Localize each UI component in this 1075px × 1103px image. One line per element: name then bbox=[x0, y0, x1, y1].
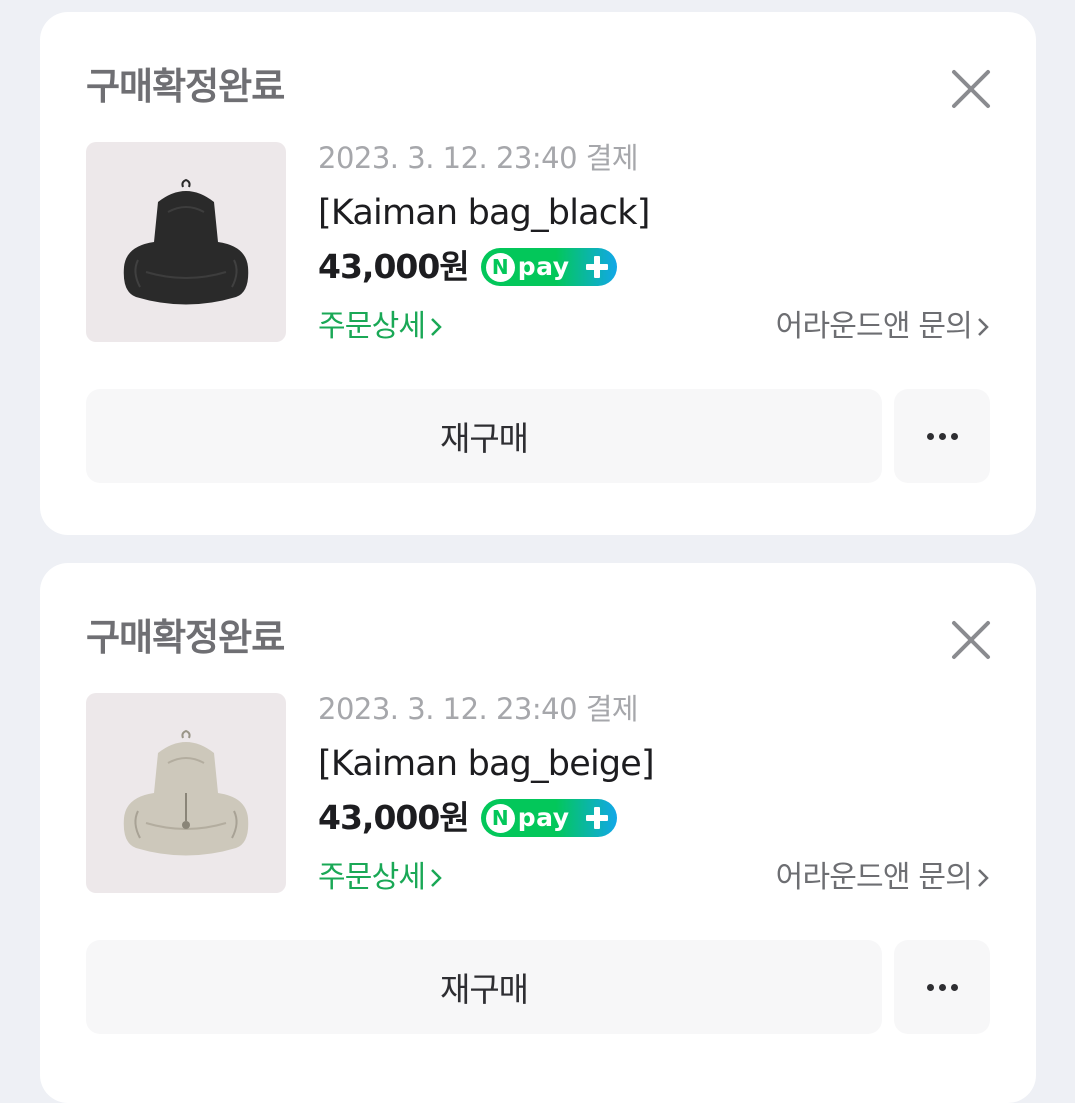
payment-date: 2023. 3. 12. 23:40 결제 bbox=[318, 692, 639, 726]
chevron-right-icon bbox=[978, 869, 989, 887]
store-inquiry-label: 어라운드앤 문의 bbox=[775, 860, 973, 895]
store-inquiry-link[interactable]: 어라운드앤 문의 bbox=[776, 859, 990, 897]
more-dots-icon bbox=[938, 983, 946, 991]
order-card: 구매확정완료 2023. 3. 12. 23:40 결제 [Kaiman bag… bbox=[40, 563, 1036, 1103]
order-detail-label: 주문상세 bbox=[318, 309, 426, 344]
chevron-right-icon bbox=[431, 318, 442, 336]
npay-plus-logo: N pay bbox=[480, 248, 617, 286]
product-thumbnail[interactable] bbox=[86, 142, 286, 342]
order-detail-link[interactable]: 주문상세 bbox=[318, 859, 443, 897]
more-dots-icon bbox=[950, 432, 958, 440]
order-detail-link[interactable]: 주문상세 bbox=[318, 308, 443, 346]
price: 43,000원 bbox=[318, 247, 470, 286]
bag-image bbox=[123, 729, 249, 856]
product-thumbnail[interactable] bbox=[86, 693, 286, 893]
close-icon[interactable] bbox=[948, 617, 994, 663]
chevron-right-icon bbox=[431, 869, 442, 887]
order-status-title: 구매확정완료 bbox=[86, 65, 285, 108]
plus-icon bbox=[585, 256, 608, 278]
store-inquiry-link[interactable]: 어라운드앤 문의 bbox=[776, 308, 990, 346]
price-row: 43,000원 N pay bbox=[318, 797, 617, 839]
more-dots-icon bbox=[950, 983, 958, 991]
more-options-button[interactable] bbox=[894, 940, 990, 1034]
price-row: 43,000원 N pay bbox=[318, 246, 617, 288]
chevron-right-icon bbox=[978, 318, 989, 336]
rebuy-button[interactable]: 재구매 bbox=[86, 940, 882, 1034]
npay-text: pay bbox=[517, 803, 570, 832]
product-name[interactable]: [Kaiman bag_black] bbox=[318, 192, 650, 234]
store-inquiry-label: 어라운드앤 문의 bbox=[775, 309, 973, 344]
npay-text: pay bbox=[517, 252, 570, 281]
bag-image bbox=[123, 178, 249, 305]
npay-n-letter: N bbox=[485, 252, 515, 282]
product-name[interactable]: [Kaiman bag_beige] bbox=[318, 743, 655, 785]
more-dots-icon bbox=[938, 432, 946, 440]
more-options-button[interactable] bbox=[894, 389, 990, 483]
payment-date: 2023. 3. 12. 23:40 결제 bbox=[318, 141, 639, 175]
npay-plus-logo: N pay bbox=[480, 799, 617, 837]
order-status-title: 구매확정완료 bbox=[86, 616, 285, 659]
more-dots-icon bbox=[926, 432, 934, 440]
rebuy-button[interactable]: 재구매 bbox=[86, 389, 882, 483]
plus-icon bbox=[585, 807, 608, 829]
price: 43,000원 bbox=[318, 798, 470, 837]
order-detail-label: 주문상세 bbox=[318, 860, 426, 895]
close-icon[interactable] bbox=[948, 66, 994, 112]
order-card: 구매확정완료 2023. 3. 12. 23:40 결제 [Kaiman bag… bbox=[40, 12, 1036, 535]
npay-n-letter: N bbox=[485, 803, 515, 833]
more-dots-icon bbox=[926, 983, 934, 991]
